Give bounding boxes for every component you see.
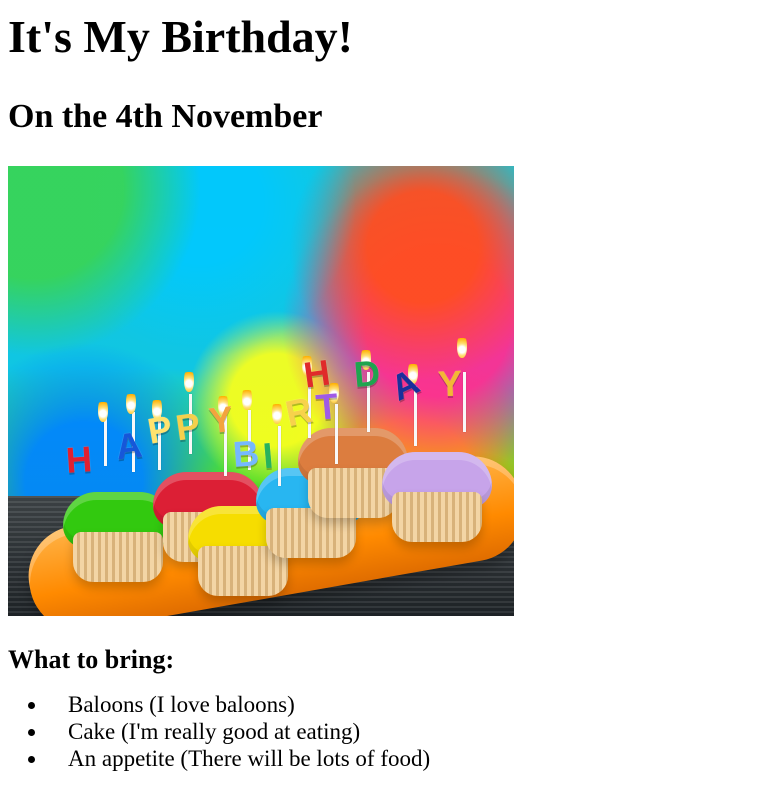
letter-i: I (261, 434, 275, 477)
bring-list: Baloons (I love baloons) Cake (I'm reall… (8, 691, 752, 772)
letter-a: A (113, 423, 145, 468)
flame (184, 367, 194, 392)
letter-h: H (64, 437, 94, 481)
letter-a: A (384, 360, 426, 409)
birthday-cupcakes-image: H A P P Y B I R T H D A Y (8, 165, 514, 616)
letter-b: B (231, 431, 261, 475)
letter-h: H (301, 351, 333, 396)
flame (98, 397, 108, 422)
page-subtitle: On the 4th November (8, 97, 323, 135)
page-content: It's My Birthday! On the 4th November H … (0, 11, 760, 772)
cupcake-wrapper (73, 531, 163, 582)
bring-heading: What to bring: (8, 644, 175, 674)
cupcake-purple (382, 451, 492, 547)
list-item: An appetite (There will be lots of food) (48, 745, 752, 772)
flame (126, 389, 136, 414)
letter-d: D (352, 351, 382, 395)
flame (457, 333, 467, 358)
list-item: Baloons (I love baloons) (48, 691, 752, 718)
cupcake-wrapper (392, 491, 482, 542)
flame (242, 385, 252, 410)
candle (463, 371, 466, 432)
list-item: Cake (I'm really good at eating) (48, 718, 752, 745)
flame (272, 399, 282, 424)
letter-p: P (144, 406, 176, 452)
page-title: It's My Birthday! (8, 11, 353, 62)
letter-p: P (173, 404, 203, 449)
letter-y: Y (437, 362, 463, 405)
candle (278, 425, 281, 486)
